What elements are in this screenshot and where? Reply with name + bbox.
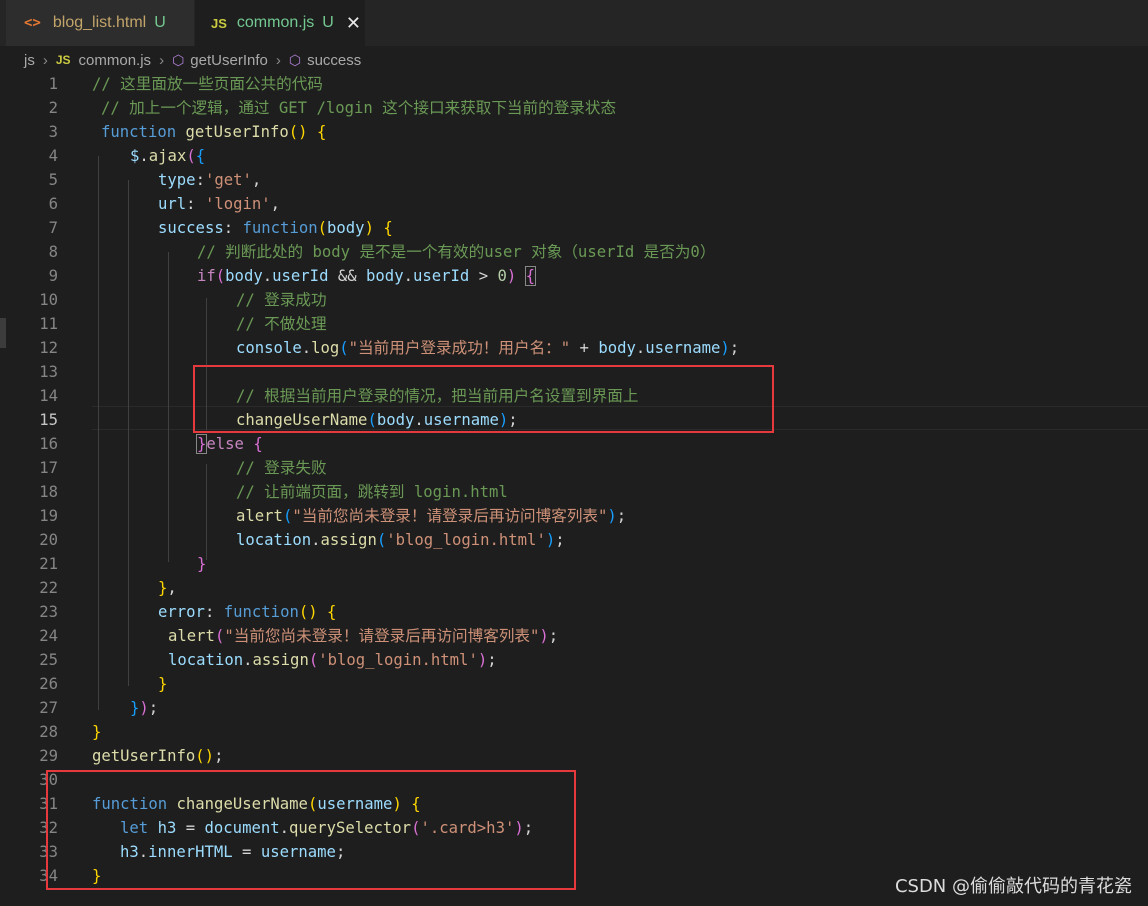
close-icon[interactable]: ✕ — [346, 13, 361, 34]
code-line: 27}); — [39, 699, 159, 717]
tab-label: common.js — [236, 14, 315, 31]
tab-common-js[interactable]: JS common.js U ✕ — [195, 0, 365, 46]
code-line: 22}, — [39, 579, 177, 597]
method-cube-icon: ⬡ — [172, 51, 185, 68]
code-line: 2// 加上一个逻辑，通过 GET /login 这个接口来获取下当前的登录状态 — [48, 99, 617, 117]
highlight-box-change-username-function — [46, 770, 576, 890]
code-line: 12 console.log("当前用户登录成功！用户名：" + body.use… — [39, 339, 740, 357]
code-line: 20 location.assign('blog_login.html'); — [39, 531, 565, 549]
chevron-right-icon: › — [275, 51, 281, 69]
code-line: 21} — [39, 555, 207, 573]
code-line: 8// 判断此处的 body 是不是一个有效的user 对象（userId 是否… — [48, 243, 716, 261]
watermark: CSDN @偷偷敲代码的青花瓷 — [894, 876, 1132, 897]
code-line: 23 error: function() { — [39, 603, 337, 621]
breadcrumb-symbol-success[interactable]: success — [307, 52, 361, 69]
code-line: 3 function getUserInfo() { — [48, 123, 327, 141]
html-file-icon: <> — [24, 15, 41, 31]
code-line: 4 $.ajax({ — [48, 147, 206, 165]
code-line: 24 alert("当前您尚未登录！请登录后再访问博客列表"); — [39, 627, 559, 645]
code-line: 11// 不做处理 — [39, 315, 327, 333]
code-line: 9 if(body.userId && body.userId > 0) { — [48, 266, 537, 286]
code-line: 25 location.assign('blog_login.html'); — [39, 651, 497, 669]
untracked-badge: U — [154, 14, 166, 31]
code-line: 1// 这里面放一些页面公共的代码 — [48, 75, 323, 93]
breadcrumb-symbol-getuserinfo[interactable]: getUserInfo — [190, 52, 268, 69]
highlight-box-change-username-call — [193, 365, 774, 433]
tab-blog-list-html[interactable]: <> blog_list.html U — [6, 0, 194, 46]
code-line: 10// 登录成功 — [39, 291, 327, 309]
untracked-badge: U — [322, 14, 334, 31]
js-file-icon: JS — [55, 53, 71, 67]
code-line: 6 url: 'login', — [48, 195, 281, 213]
code-line: 5 type:'get', — [48, 171, 262, 189]
code-line: 18// 让前端页面，跳转到 login.html — [39, 483, 508, 501]
breadcrumb-folder[interactable]: js — [24, 52, 35, 69]
code-line: 28} — [39, 723, 102, 741]
chevron-right-icon: › — [42, 51, 48, 69]
tab-bar: <> blog_list.html U JS common.js U ✕ — [0, 0, 1148, 46]
code-line: 29 getUserInfo(); — [39, 747, 224, 765]
js-file-icon: JS — [211, 15, 227, 31]
chevron-right-icon: › — [159, 51, 165, 69]
code-line: 7 success: function(body) { — [48, 219, 393, 237]
code-line: 19 alert("当前您尚未登录！请登录后再访问博客列表"); — [39, 507, 627, 525]
code-line: 17// 登录失败 — [39, 459, 327, 477]
breadcrumb-file[interactable]: common.js — [79, 52, 152, 69]
tab-label: blog_list.html — [52, 14, 147, 31]
code-line: 26} — [39, 675, 168, 693]
code-line: 16}else { — [39, 434, 263, 454]
breadcrumb: js › JS common.js › ⬡ getUserInfo › ⬡ su… — [0, 46, 1148, 74]
method-cube-icon: ⬡ — [288, 51, 302, 68]
